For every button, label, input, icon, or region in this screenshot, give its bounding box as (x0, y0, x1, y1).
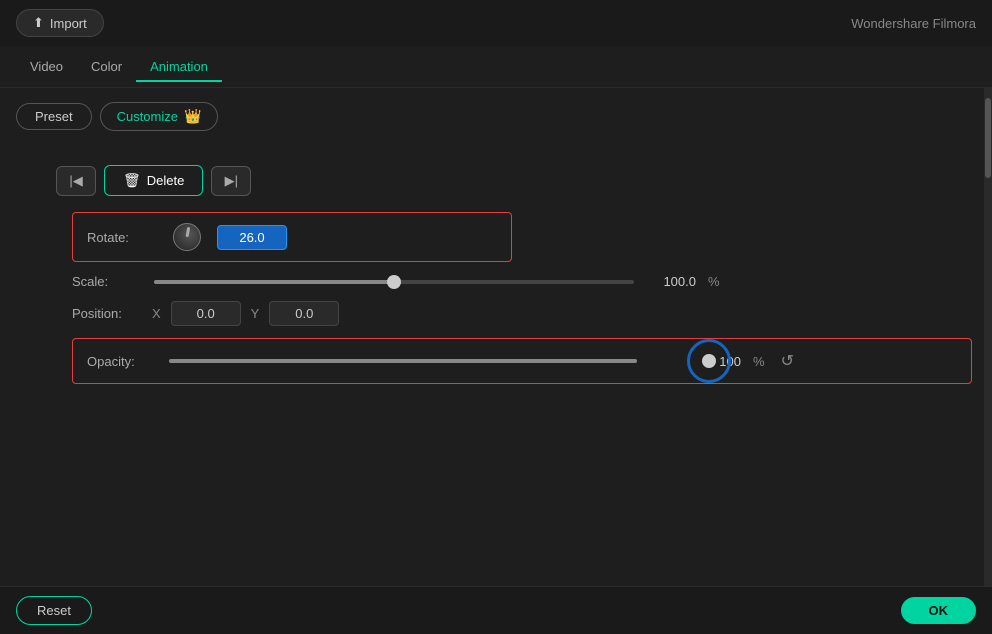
tabs-row: Video Color Animation (0, 46, 992, 88)
tab-color[interactable]: Color (77, 51, 136, 82)
import-label: Import (50, 16, 87, 31)
customize-button[interactable]: Customize 👑 (100, 102, 219, 131)
opacity-slider-fill (169, 359, 637, 363)
customize-label: Customize (117, 109, 178, 124)
properties-section: Rotate: Scale: 100.0 % Position: X Y Opa… (16, 212, 976, 384)
y-input[interactable] (269, 301, 339, 326)
tab-animation[interactable]: Animation (136, 51, 222, 82)
next-button[interactable]: ▶| (211, 166, 251, 196)
opacity-slider-thumb[interactable] (702, 354, 716, 368)
prev-icon: |◀ (69, 173, 82, 189)
x-input[interactable] (171, 301, 241, 326)
scrollbar-thumb[interactable] (985, 98, 991, 178)
prev-button[interactable]: |◀ (56, 166, 96, 196)
action-row: |◀ 🗑 Delete ▶| (16, 165, 976, 196)
scale-slider-track[interactable] (154, 280, 634, 284)
opacity-reset-button[interactable]: ↺ (777, 349, 798, 373)
import-button[interactable]: ⬆ Import (16, 9, 104, 37)
trash-icon: 🗑 (123, 172, 141, 189)
scale-slider-thumb[interactable] (387, 275, 401, 289)
reset-icon: ↺ (781, 353, 794, 370)
tab-video[interactable]: Video (16, 51, 77, 82)
opacity-label: Opacity: (87, 354, 157, 369)
app-title: Wondershare Filmora (851, 16, 976, 31)
toggle-row: Preset Customize 👑 (0, 88, 992, 145)
scrollbar[interactable] (984, 88, 992, 586)
top-bar: ⬆ Import Wondershare Filmora (0, 0, 992, 46)
scale-slider-fill (154, 280, 394, 284)
opacity-unit: % (753, 354, 765, 369)
reset-button[interactable]: Reset (16, 596, 92, 625)
delete-button[interactable]: 🗑 Delete (104, 165, 203, 196)
position-label: Position: (72, 306, 142, 321)
ok-button[interactable]: OK (901, 597, 977, 624)
scale-row: Scale: 100.0 % (32, 274, 976, 289)
bottom-bar: Reset OK (0, 586, 992, 634)
opacity-slider-track[interactable] (169, 359, 689, 363)
preset-button[interactable]: Preset (16, 103, 92, 130)
scale-label: Scale: (72, 274, 142, 289)
position-row: Position: X Y (32, 301, 976, 326)
rotate-label: Rotate: (87, 230, 157, 245)
opacity-row: Opacity: 100 % ↺ (72, 338, 972, 384)
rotate-dial[interactable] (173, 223, 201, 251)
scale-unit: % (708, 274, 720, 289)
scale-value: 100.0 (646, 274, 696, 289)
import-icon: ⬆ (33, 15, 44, 31)
crown-icon: 👑 (184, 108, 201, 125)
next-icon: ▶| (225, 173, 238, 189)
x-label: X (152, 306, 161, 321)
y-label: Y (251, 306, 260, 321)
rotate-input[interactable] (217, 225, 287, 250)
rotate-row: Rotate: (72, 212, 512, 262)
delete-label: Delete (147, 173, 185, 188)
main-content: |◀ 🗑 Delete ▶| Rotate: Scale: 100.0 % (0, 145, 992, 394)
